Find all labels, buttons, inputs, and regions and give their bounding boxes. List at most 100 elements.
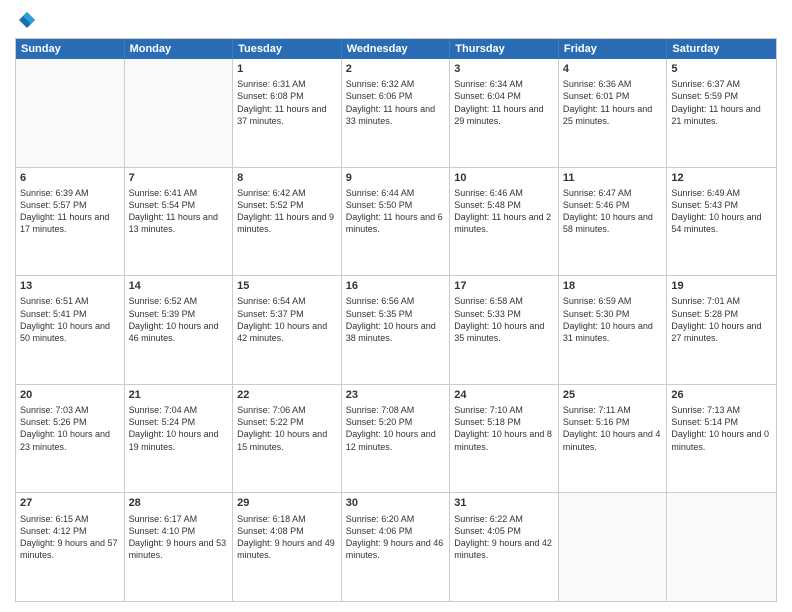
day-number: 14 [129,279,229,293]
calendar-cell: 16 Sunrise: 6:56 AM Sunset: 5:35 PM Dayli… [342,276,451,384]
day-detail: Sunrise: 6:31 AM Sunset: 6:08 PM Dayligh… [237,78,337,127]
day-number: 12 [671,171,772,185]
day-detail: Sunrise: 7:08 AM Sunset: 5:20 PM Dayligh… [346,404,446,453]
calendar-row-4: 20Sunrise: 7:03 AM Sunset: 5:26 PM Dayli… [16,384,776,493]
header-day-monday: Monday [125,39,234,59]
header-day-sunday: Sunday [16,39,125,59]
day-detail: Sunrise: 6:22 AM Sunset: 4:05 PM Dayligh… [454,513,554,562]
calendar-cell: 19Sunrise: 7:01 AM Sunset: 5:28 PM Dayli… [667,276,776,384]
calendar-cell: 8Sunrise: 6:42 AM Sunset: 5:52 PM Daylig… [233,168,342,276]
calendar-cell: 28 Sunrise: 6:17 AM Sunset: 4:10 PM Dayli… [125,493,234,601]
page: SundayMondayTuesdayWednesdayThursdayFrid… [0,0,792,612]
calendar-cell [125,59,234,167]
day-detail: Sunrise: 6:15 AM Sunset: 4:12 PM Dayligh… [20,513,120,562]
day-number: 6 [20,171,120,185]
calendar-cell [559,493,668,601]
day-detail: Sunrise: 6:17 AM Sunset: 4:10 PM Dayligh… [129,513,229,562]
day-number: 26 [671,388,772,402]
day-number: 15 [237,279,337,293]
day-number: 2 [346,62,446,76]
header-day-saturday: Saturday [667,39,776,59]
calendar-row-5: 27 Sunrise: 6:15 AM Sunset: 4:12 PM Dayli… [16,492,776,601]
calendar-cell: 10 Sunrise: 6:46 AM Sunset: 5:48 PM Dayli… [450,168,559,276]
day-number: 25 [563,388,663,402]
day-number: 3 [454,62,554,76]
calendar-cell [667,493,776,601]
day-number: 18 [563,279,663,293]
calendar-row-3: 13 Sunrise: 6:51 AM Sunset: 5:41 PM Dayli… [16,275,776,384]
calendar-cell: 20Sunrise: 7:03 AM Sunset: 5:26 PM Dayli… [16,385,125,493]
day-detail: Sunrise: 6:58 AM Sunset: 5:33 PM Dayligh… [454,295,554,344]
calendar-cell: 24Sunrise: 7:10 AM Sunset: 5:18 PM Dayli… [450,385,559,493]
logo-icon [17,10,37,30]
day-number: 8 [237,171,337,185]
day-detail: Sunrise: 7:06 AM Sunset: 5:22 PM Dayligh… [237,404,337,453]
calendar-cell: 23 Sunrise: 7:08 AM Sunset: 5:20 PM Dayli… [342,385,451,493]
calendar: SundayMondayTuesdayWednesdayThursdayFrid… [15,38,777,602]
calendar-cell: 26 Sunrise: 7:13 AM Sunset: 5:14 PM Dayli… [667,385,776,493]
day-number: 29 [237,496,337,510]
day-number: 21 [129,388,229,402]
day-number: 9 [346,171,446,185]
calendar-cell: 6 Sunrise: 6:39 AM Sunset: 5:57 PM Daylig… [16,168,125,276]
calendar-cell: 2 Sunrise: 6:32 AM Sunset: 6:06 PM Daylig… [342,59,451,167]
logo [15,10,37,30]
header-day-thursday: Thursday [450,39,559,59]
calendar-cell: 4Sunrise: 6:36 AM Sunset: 6:01 PM Daylig… [559,59,668,167]
day-detail: Sunrise: 6:41 AM Sunset: 5:54 PM Dayligh… [129,187,229,236]
day-number: 5 [671,62,772,76]
day-number: 28 [129,496,229,510]
day-number: 1 [237,62,337,76]
calendar-cell: 30 Sunrise: 6:20 AM Sunset: 4:06 PM Dayli… [342,493,451,601]
calendar-cell: 31 Sunrise: 6:22 AM Sunset: 4:05 PM Dayli… [450,493,559,601]
calendar-cell: 14 Sunrise: 6:52 AM Sunset: 5:39 PM Dayli… [125,276,234,384]
day-detail: Sunrise: 6:37 AM Sunset: 5:59 PM Dayligh… [671,78,772,127]
day-detail: Sunrise: 7:04 AM Sunset: 5:24 PM Dayligh… [129,404,229,453]
day-number: 11 [563,171,663,185]
day-detail: Sunrise: 6:36 AM Sunset: 6:01 PM Dayligh… [563,78,663,127]
day-number: 19 [671,279,772,293]
calendar-cell: 25 Sunrise: 7:11 AM Sunset: 5:16 PM Dayli… [559,385,668,493]
day-detail: Sunrise: 6:34 AM Sunset: 6:04 PM Dayligh… [454,78,554,127]
header-day-wednesday: Wednesday [342,39,451,59]
day-detail: Sunrise: 7:03 AM Sunset: 5:26 PM Dayligh… [20,404,120,453]
header [15,10,777,30]
day-detail: Sunrise: 6:32 AM Sunset: 6:06 PM Dayligh… [346,78,446,127]
day-number: 10 [454,171,554,185]
day-detail: Sunrise: 7:13 AM Sunset: 5:14 PM Dayligh… [671,404,772,453]
day-detail: Sunrise: 6:20 AM Sunset: 4:06 PM Dayligh… [346,513,446,562]
day-detail: Sunrise: 6:46 AM Sunset: 5:48 PM Dayligh… [454,187,554,236]
day-number: 13 [20,279,120,293]
calendar-cell: 15 Sunrise: 6:54 AM Sunset: 5:37 PM Dayli… [233,276,342,384]
calendar-cell: 9Sunrise: 6:44 AM Sunset: 5:50 PM Daylig… [342,168,451,276]
calendar-row-1: 1 Sunrise: 6:31 AM Sunset: 6:08 PM Daylig… [16,59,776,167]
calendar-cell: 5 Sunrise: 6:37 AM Sunset: 5:59 PM Daylig… [667,59,776,167]
day-detail: Sunrise: 6:47 AM Sunset: 5:46 PM Dayligh… [563,187,663,236]
day-detail: Sunrise: 6:54 AM Sunset: 5:37 PM Dayligh… [237,295,337,344]
day-detail: Sunrise: 6:59 AM Sunset: 5:30 PM Dayligh… [563,295,663,344]
day-detail: Sunrise: 6:51 AM Sunset: 5:41 PM Dayligh… [20,295,120,344]
day-detail: Sunrise: 6:39 AM Sunset: 5:57 PM Dayligh… [20,187,120,236]
calendar-cell: 12 Sunrise: 6:49 AM Sunset: 5:43 PM Dayli… [667,168,776,276]
calendar-cell: 17 Sunrise: 6:58 AM Sunset: 5:33 PM Dayli… [450,276,559,384]
calendar-cell: 1 Sunrise: 6:31 AM Sunset: 6:08 PM Daylig… [233,59,342,167]
calendar-cell: 29 Sunrise: 6:18 AM Sunset: 4:08 PM Dayli… [233,493,342,601]
day-detail: Sunrise: 6:56 AM Sunset: 5:35 PM Dayligh… [346,295,446,344]
calendar-cell: 13 Sunrise: 6:51 AM Sunset: 5:41 PM Dayli… [16,276,125,384]
header-day-friday: Friday [559,39,668,59]
day-number: 23 [346,388,446,402]
day-detail: Sunrise: 6:49 AM Sunset: 5:43 PM Dayligh… [671,187,772,236]
day-detail: Sunrise: 6:18 AM Sunset: 4:08 PM Dayligh… [237,513,337,562]
calendar-row-2: 6 Sunrise: 6:39 AM Sunset: 5:57 PM Daylig… [16,167,776,276]
day-number: 16 [346,279,446,293]
day-number: 17 [454,279,554,293]
calendar-header: SundayMondayTuesdayWednesdayThursdayFrid… [16,39,776,59]
calendar-cell: 11 Sunrise: 6:47 AM Sunset: 5:46 PM Dayli… [559,168,668,276]
calendar-cell: 7Sunrise: 6:41 AM Sunset: 5:54 PM Daylig… [125,168,234,276]
calendar-cell: 27 Sunrise: 6:15 AM Sunset: 4:12 PM Dayli… [16,493,125,601]
day-number: 30 [346,496,446,510]
day-number: 27 [20,496,120,510]
day-detail: Sunrise: 7:11 AM Sunset: 5:16 PM Dayligh… [563,404,663,453]
day-detail: Sunrise: 6:52 AM Sunset: 5:39 PM Dayligh… [129,295,229,344]
day-number: 31 [454,496,554,510]
